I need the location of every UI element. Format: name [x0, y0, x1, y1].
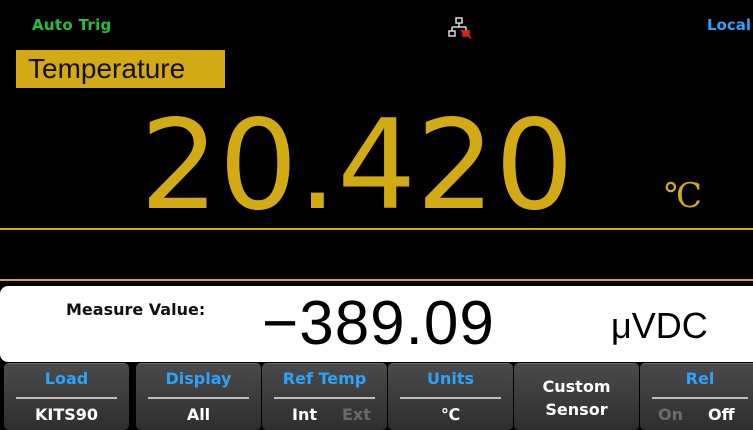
- softkey-title: Display: [165, 369, 232, 388]
- status-bar: Auto Trig Local: [0, 0, 753, 40]
- softkey-separator: [148, 397, 249, 399]
- softkey-load[interactable]: Load KITS90: [4, 363, 129, 430]
- softkey-units[interactable]: Units ℃: [388, 363, 513, 430]
- softkey-label-line: Sensor: [545, 400, 608, 419]
- softkey-separator: [16, 397, 117, 399]
- softkey-value: KITS90: [34, 405, 99, 424]
- softkey-title: Units: [426, 369, 475, 388]
- primary-unit: ℃: [664, 176, 703, 216]
- ref-temp-option-ext: Ext: [342, 405, 371, 424]
- remote-state-indicator: Local: [707, 16, 752, 34]
- softkey-separator: [400, 397, 501, 399]
- lan-disconnected-icon: [448, 17, 472, 39]
- softkey-title: Rel: [685, 369, 715, 388]
- softkey-value: ℃: [440, 405, 461, 424]
- softkey-custom-sensor[interactable]: Custom Sensor: [514, 363, 639, 430]
- softkey-rel[interactable]: Rel On Off: [640, 363, 753, 430]
- softkey-label-line: Custom: [542, 377, 611, 396]
- softkey-ref-temp[interactable]: Ref Temp Int Ext: [262, 363, 387, 430]
- softkey-separator: [652, 397, 748, 399]
- softkey-title: Ref Temp: [282, 369, 367, 388]
- secondary-label: Measure Value:: [66, 300, 206, 319]
- secondary-reading: −389.09: [262, 289, 495, 358]
- secondary-display-panel: Measure Value: −389.09 μVDC: [0, 286, 753, 362]
- softkey-menu: Load KITS90 Display All Ref Temp Int Ext…: [0, 363, 753, 430]
- divider-line: [0, 228, 753, 230]
- primary-reading: 20.420: [140, 94, 574, 238]
- rel-option-off: Off: [708, 405, 735, 424]
- softkey-separator: [274, 397, 375, 399]
- measurement-function-label: Temperature: [16, 50, 225, 88]
- softkey-display[interactable]: Display All: [136, 363, 261, 430]
- softkey-label: Custom Sensor: [514, 375, 639, 421]
- softkey-value: All: [186, 405, 211, 424]
- rel-option-on: On: [658, 405, 683, 424]
- instrument-screen: Auto Trig Local Temperature 20.420 ℃ Mea…: [0, 0, 753, 430]
- divider-line: [0, 279, 753, 281]
- softkey-title: Load: [44, 369, 89, 388]
- ref-temp-option-int: Int: [292, 405, 317, 424]
- trigger-mode-indicator: Auto Trig: [32, 16, 112, 34]
- secondary-unit: μVDC: [611, 305, 708, 346]
